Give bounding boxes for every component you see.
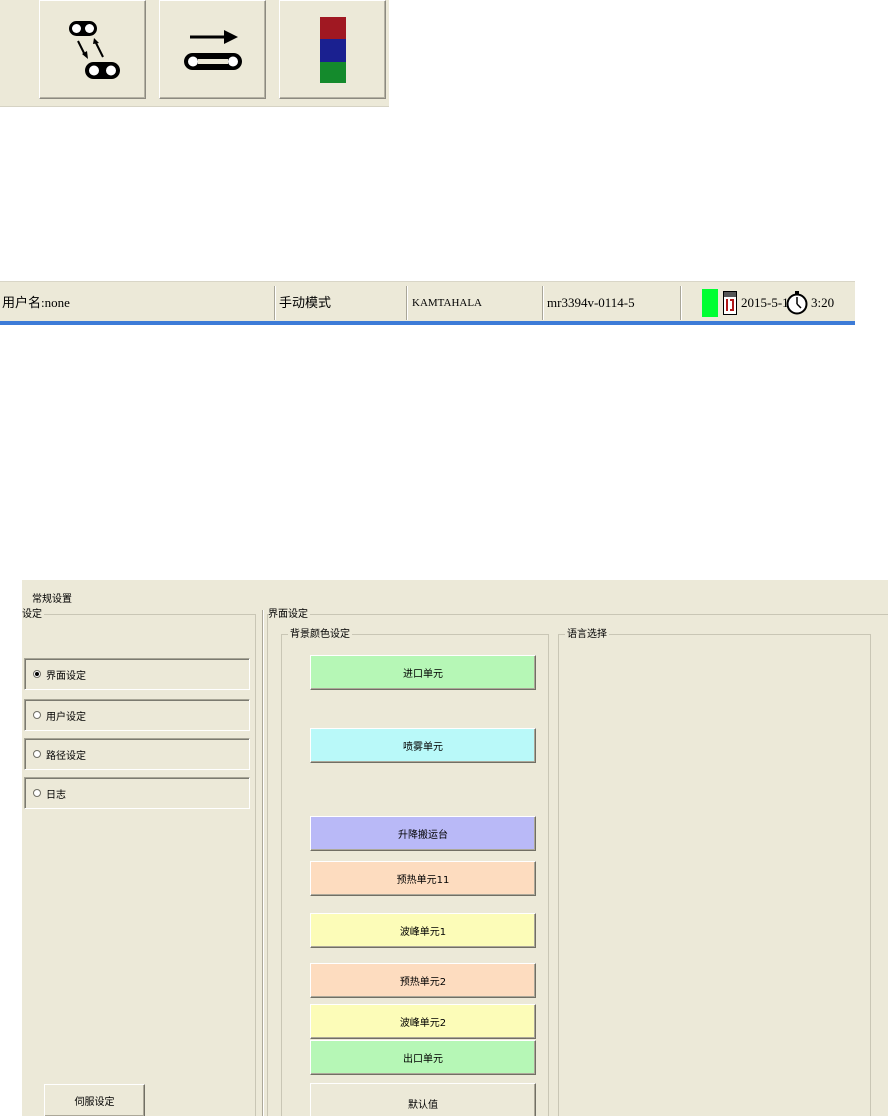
bg-color-group-label: 背景颜色设定 xyxy=(288,628,352,641)
color-button-lift-table[interactable]: 升降搬运台 xyxy=(310,816,536,851)
radio-label: 用户设定 xyxy=(46,711,86,723)
transfer-conveyor-button[interactable] xyxy=(39,0,146,99)
servo-settings-button[interactable]: 伺服设定 xyxy=(44,1084,145,1116)
transfer-conveyor-icon xyxy=(68,20,120,79)
separator xyxy=(262,610,264,1116)
bg-color-group: 背景颜色设定 进口单元 喷雾单元 升降搬运台 预热单元11 波峰单元1 预热单元… xyxy=(281,628,549,1116)
color-button-wave-2[interactable]: 波峰单元2 xyxy=(310,1004,536,1039)
color-stack-icon xyxy=(319,16,346,83)
calendar-icon xyxy=(723,291,737,315)
radio-button[interactable] xyxy=(33,670,41,678)
status-indicator xyxy=(702,289,718,317)
conveyor-forward-button[interactable] xyxy=(159,0,266,99)
radio-label: 日志 xyxy=(46,789,66,801)
status-bar: 用户名:none 手动模式 KAMTAHALA mr3394v-0114-5 2… xyxy=(0,281,855,325)
status-mode: 手动模式 xyxy=(279,295,332,310)
radio-button[interactable] xyxy=(33,750,41,758)
color-button-spray[interactable]: 喷雾单元 xyxy=(310,728,536,763)
language-group-label: 语言选择 xyxy=(565,628,609,641)
status-version: mr3394v-0114-5 xyxy=(547,295,635,310)
default-button[interactable]: 默认值 xyxy=(310,1083,536,1116)
toolbar xyxy=(0,0,389,107)
color-button-preheat-11[interactable]: 预热单元11 xyxy=(310,861,536,896)
color-button-wave-1[interactable]: 波峰单元1 xyxy=(310,913,536,948)
settings-group-label: 设定 xyxy=(22,608,44,621)
color-setting-button[interactable] xyxy=(279,0,386,99)
radio-button[interactable] xyxy=(33,789,41,797)
radio-log[interactable]: 日志 xyxy=(24,777,250,809)
interface-settings-group: 界面设定 背景颜色设定 进口单元 喷雾单元 升降搬运台 预热单元11 波峰单元1… xyxy=(267,608,888,1116)
status-machine: KAMTAHALA xyxy=(412,297,483,309)
radio-interface-settings[interactable]: 界面设定 xyxy=(24,658,250,690)
radio-button[interactable] xyxy=(33,711,41,719)
settings-group: 设定 界面设定 用户设定 路径设定 日志 伺服设定 xyxy=(22,608,256,1116)
radio-user-settings[interactable]: 用户设定 xyxy=(24,699,250,731)
general-settings-panel: 常规设置 设定 界面设定 用户设定 路径设定 日志 伺服设定 界面设定 背景颜色… xyxy=(22,580,888,1116)
panel-title: 常规设置 xyxy=(32,594,72,605)
status-user: 用户名:none xyxy=(2,295,70,310)
interface-group-label: 界面设定 xyxy=(268,608,310,621)
radio-label: 路径设定 xyxy=(46,750,86,762)
color-button-preheat-2[interactable]: 预热单元2 xyxy=(310,963,536,998)
color-button-inlet[interactable]: 进口单元 xyxy=(310,655,536,690)
radio-label: 界面设定 xyxy=(46,670,86,682)
conveyor-forward-icon xyxy=(183,29,242,70)
radio-path-settings[interactable]: 路径设定 xyxy=(24,738,250,770)
status-time: 3:20 xyxy=(811,295,835,310)
language-group: 语言选择 xyxy=(558,628,871,1116)
clock-icon xyxy=(786,291,808,315)
color-button-outlet[interactable]: 出口单元 xyxy=(310,1040,536,1075)
